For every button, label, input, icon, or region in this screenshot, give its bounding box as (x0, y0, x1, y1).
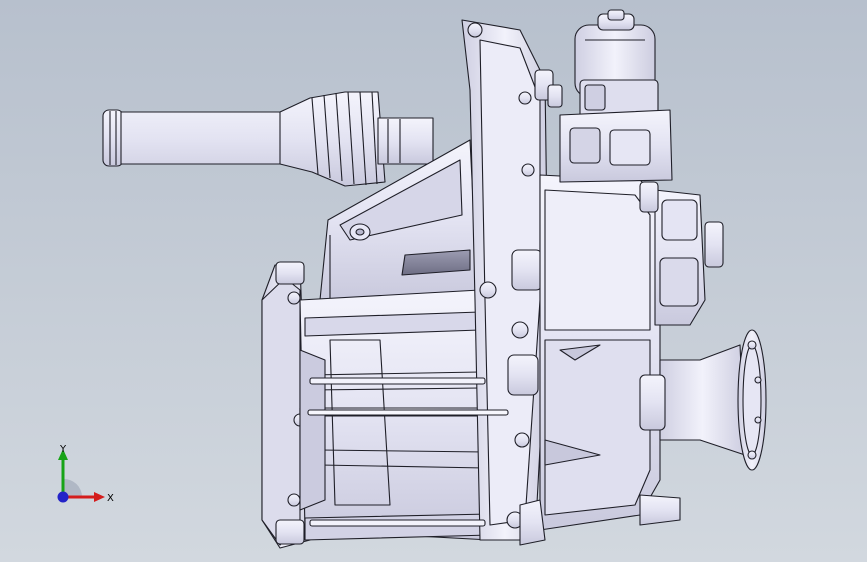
z-axis-dot (57, 491, 69, 503)
cad-graphics-viewport[interactable]: Y X (0, 0, 867, 562)
input-shaft (102, 91, 434, 187)
x-axis-arrowhead (94, 492, 105, 502)
y-axis-label: Y (59, 444, 67, 455)
shift-motor (547, 9, 673, 183)
x-axis-label: X (107, 493, 114, 504)
coordinate-triad-icon: Y X (57, 444, 114, 504)
transfer-case-assembly-model[interactable] (0, 0, 867, 562)
